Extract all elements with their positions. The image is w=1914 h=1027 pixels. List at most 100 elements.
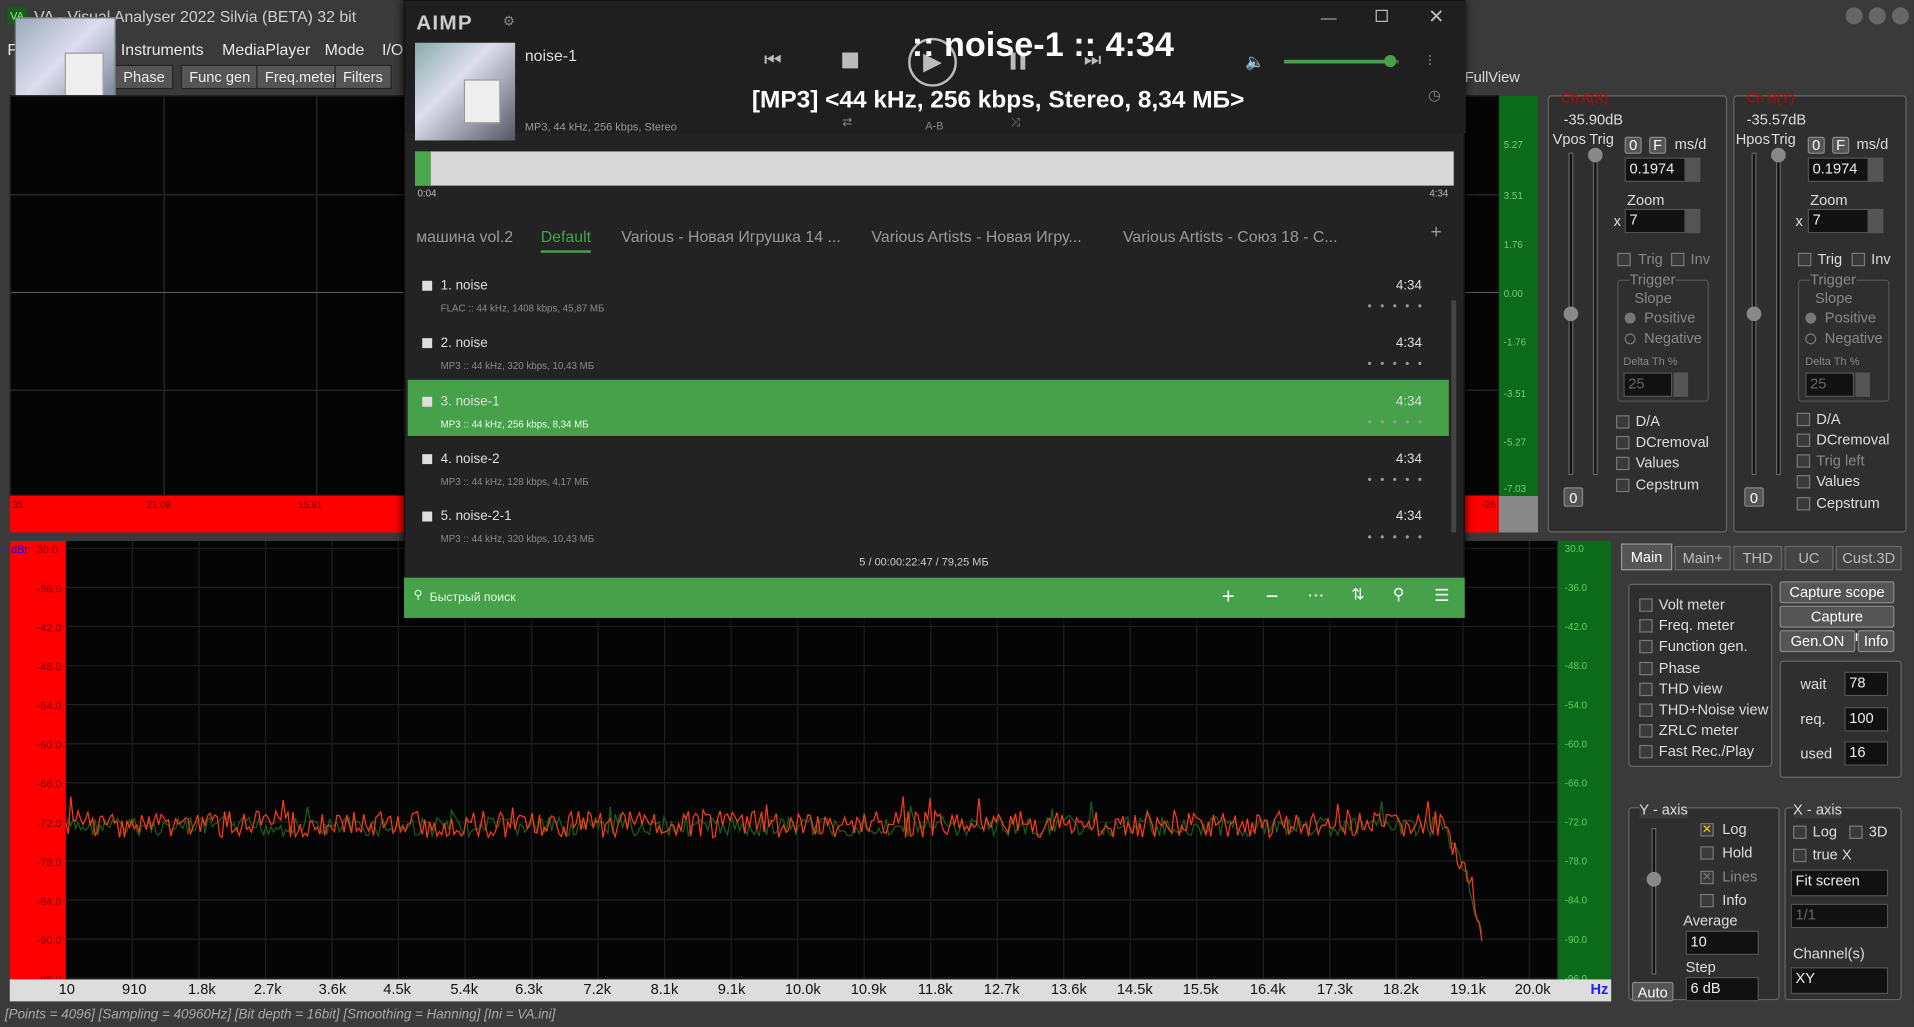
capture-spectrum-button[interactable]: Capture spectrum	[1779, 605, 1895, 645]
step-select[interactable]: 6 dB	[1685, 976, 1759, 1002]
lines-checkbox[interactable]: ✕	[1700, 870, 1714, 885]
info-checkbox[interactable]	[1700, 893, 1714, 908]
sort-icon[interactable]: ⇅	[1351, 585, 1364, 605]
maximize-icon[interactable]	[1375, 9, 1388, 22]
instrument-checkbox[interactable]	[1639, 745, 1653, 759]
ch-a-zoom-spinner[interactable]	[1685, 208, 1701, 234]
dcremoval-checkbox[interactable]	[1616, 435, 1630, 450]
track-checkbox[interactable]	[422, 280, 433, 291]
tab-playlist-active[interactable]: Default	[540, 227, 592, 253]
capture-scope-button[interactable]: Capture scope	[1779, 581, 1895, 604]
ch-b-zoom-input[interactable]: 7	[1807, 208, 1869, 234]
rating-dots[interactable]: • • • • •	[1368, 300, 1425, 313]
ch-b-msd-input[interactable]: 0.1974	[1807, 157, 1869, 182]
trig-left-checkbox[interactable]	[1796, 454, 1811, 468]
ratio-select[interactable]: 1/1	[1790, 903, 1889, 929]
ch-a-zero-button[interactable]: 0	[1624, 136, 1642, 154]
instrument-checkbox[interactable]	[1639, 724, 1653, 738]
tab-uc[interactable]: UC	[1784, 545, 1834, 571]
aimp-settings-icon[interactable]: ⚙	[503, 13, 515, 30]
tab-playlist[interactable]: Various Artists - Новая Игру...	[872, 227, 1082, 245]
negative-radio[interactable]	[1624, 333, 1636, 345]
delta-spinner[interactable]	[1673, 372, 1689, 397]
trig-slider[interactable]	[1592, 152, 1598, 476]
wait-input[interactable]: 78	[1844, 671, 1889, 697]
tab-playlist[interactable]: машина vol.2	[416, 227, 513, 245]
add-playlist-icon[interactable]: +	[1431, 222, 1442, 244]
ch-a-msd-input[interactable]: 0.1974	[1624, 157, 1686, 182]
dcremoval-checkbox[interactable]	[1796, 433, 1811, 447]
track-checkbox[interactable]	[422, 338, 433, 349]
filters-button[interactable]: Filters	[334, 64, 392, 90]
repeat-icon[interactable]: ⇄	[842, 116, 852, 129]
va-min-icon[interactable]	[1845, 7, 1863, 25]
instrument-checkbox[interactable]	[1639, 598, 1653, 612]
ab-button[interactable]: A-B	[925, 120, 943, 132]
auto-button[interactable]: Auto	[1631, 981, 1674, 1002]
instrument-checkbox[interactable]	[1639, 619, 1653, 633]
track-row[interactable]: 5. noise-2-1 MP3 :: 44 kHz, 320 kbps, 10,…	[408, 495, 1449, 551]
playlist-scrollbar[interactable]	[1451, 300, 1457, 533]
track-row[interactable]: 2. noise MP3 :: 44 kHz, 320 kbps, 10,43 М…	[408, 321, 1449, 377]
da-checkbox[interactable]	[1616, 415, 1630, 429]
ch-b-zero-button[interactable]: 0	[1807, 136, 1825, 154]
ch-a-trig-checkbox[interactable]	[1617, 252, 1631, 267]
ch-b-inv-checkbox[interactable]	[1851, 252, 1866, 267]
used-input[interactable]: 16	[1844, 741, 1889, 766]
truex-checkbox[interactable]	[1793, 848, 1807, 863]
values-checkbox[interactable]	[1796, 475, 1811, 489]
close-icon[interactable]: ✕	[1428, 5, 1444, 29]
instrument-checkbox[interactable]	[1639, 703, 1653, 717]
menu-mode[interactable]: Mode	[325, 40, 365, 58]
waveform-seekbar[interactable]	[415, 151, 1454, 186]
tab-thd[interactable]: THD	[1733, 545, 1783, 571]
ch-a-zoom-input[interactable]: 7	[1624, 208, 1686, 234]
volume-slider[interactable]	[1284, 54, 1399, 68]
track-checkbox[interactable]	[422, 511, 433, 522]
trig-handle[interactable]	[1588, 147, 1603, 163]
tab-playlist[interactable]: Various Artists - Союз 18 - С...	[1123, 227, 1338, 245]
positive-radio[interactable]	[1805, 312, 1817, 324]
y-axis-handle[interactable]	[1646, 871, 1662, 887]
ch-b-trig-checkbox[interactable]	[1797, 252, 1812, 267]
tab-main-plus[interactable]: Main+	[1674, 545, 1731, 571]
da-checkbox[interactable]	[1796, 412, 1811, 427]
ch-a-reset-button[interactable]: 0	[1563, 487, 1584, 507]
trig-b-slider[interactable]	[1775, 152, 1781, 476]
fit-screen-select[interactable]: Fit screen	[1790, 869, 1889, 897]
menu-icon[interactable]: ☰	[1434, 585, 1449, 606]
ch-b-zoom-spinner[interactable]	[1868, 208, 1884, 234]
average-select[interactable]: 10	[1685, 930, 1759, 955]
va-window-controls[interactable]	[1845, 7, 1910, 25]
menu-instruments[interactable]: Instruments	[121, 40, 204, 58]
more-icon[interactable]: ⋯	[1307, 585, 1324, 606]
ch-b-f-button[interactable]: F	[1832, 136, 1850, 154]
delta-input[interactable]: 25	[1805, 372, 1855, 397]
freq-meter-button[interactable]: Freq.meter	[256, 64, 346, 90]
cepstrum-checkbox[interactable]	[1796, 497, 1811, 511]
menu-io[interactable]: I/O	[382, 40, 403, 58]
y-axis-slider[interactable]	[1651, 827, 1657, 975]
hpos-handle[interactable]	[1746, 306, 1762, 322]
track-row[interactable]: 1. noise FLAC :: 44 kHz, 1408 kbps, 45,87…	[408, 264, 1449, 320]
func-gen-button[interactable]: Func gen	[180, 64, 259, 90]
gen-on-button[interactable]: Gen.ON	[1779, 630, 1856, 653]
ch-b-reset-button[interactable]: 0	[1744, 487, 1764, 507]
remove-icon[interactable]: −	[1266, 584, 1279, 610]
ch-b-msd-spinner[interactable]	[1868, 157, 1884, 182]
rating-dots[interactable]: • • • • •	[1368, 531, 1425, 544]
timer-icon[interactable]: ◷	[1428, 87, 1441, 104]
tab-main[interactable]: Main	[1620, 543, 1673, 571]
prev-icon[interactable]: ⏮	[764, 50, 782, 72]
rating-dots[interactable]: • • • • •	[1368, 358, 1425, 371]
trig-b-handle[interactable]	[1771, 147, 1786, 163]
minimize-icon[interactable]: —	[1321, 9, 1337, 27]
instrument-checkbox[interactable]	[1639, 640, 1653, 654]
hold-checkbox[interactable]	[1700, 846, 1714, 860]
info-button[interactable]: Info	[1857, 630, 1895, 653]
tab-cust3d[interactable]: Cust.3D	[1835, 545, 1902, 571]
ch-a-inv-checkbox[interactable]	[1671, 252, 1685, 267]
values-checkbox[interactable]	[1616, 456, 1630, 471]
instrument-checkbox[interactable]	[1639, 682, 1653, 696]
rating-dots[interactable]: • • • • •	[1368, 474, 1425, 487]
